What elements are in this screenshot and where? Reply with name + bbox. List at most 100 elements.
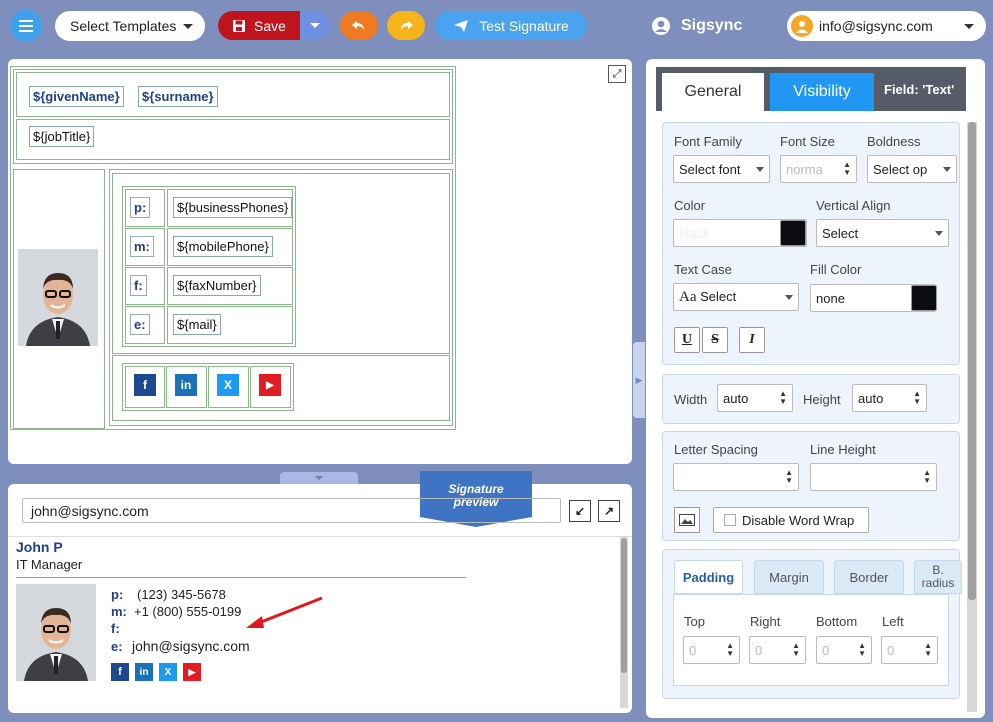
label-email[interactable]: e: [130, 314, 150, 335]
person-photo [16, 584, 96, 681]
chevron-down-icon [310, 23, 320, 28]
facebook-icon[interactable]: f [134, 374, 156, 396]
color-label: Color [674, 198, 706, 213]
preview-email-input[interactable]: john@sigsync.com [22, 498, 561, 523]
token-mail[interactable]: ${mail} [173, 314, 221, 335]
subtab-padding[interactable]: Padding [674, 560, 743, 594]
disable-word-wrap-toggle[interactable]: Disable Word Wrap [713, 507, 869, 533]
spinner-icon[interactable]: ▲ ▼ [792, 642, 800, 658]
youtube-icon[interactable]: ▶ [259, 374, 281, 396]
font-family-select[interactable]: Select font [673, 155, 770, 183]
properties-scrollbar-thumb[interactable] [968, 122, 976, 600]
width-value: auto [723, 390, 749, 406]
padding-left-value: 0 [887, 642, 895, 658]
test-signature-button[interactable]: Test Signature [435, 11, 587, 40]
spinner-icon[interactable]: ▲ ▼ [924, 642, 932, 658]
linkedin-icon[interactable]: in [175, 374, 197, 396]
account-email: info@sigsync.com [819, 18, 933, 34]
expand-icon[interactable]: ⤢ [608, 65, 626, 83]
font-size-input[interactable]: norma ▲ ▼ [780, 155, 857, 183]
import-icon[interactable]: ↙ [569, 500, 591, 522]
label-mobile[interactable]: m: [130, 236, 154, 257]
label-fax[interactable]: f: [130, 275, 147, 296]
preview-label-email: e: [111, 639, 123, 654]
undo-button[interactable] [340, 11, 378, 40]
preview-name: John P [16, 539, 63, 555]
tab-general[interactable]: General [662, 73, 764, 111]
token-surname[interactable]: ${surname} [138, 86, 218, 107]
profile-photo[interactable] [18, 249, 98, 346]
panel-toggle[interactable]: ▶ [633, 342, 645, 418]
subtab-border-radius[interactable]: B. radius [914, 560, 962, 594]
color-swatch[interactable] [780, 220, 806, 246]
field-prefix: Field: [884, 82, 923, 97]
linkedin-icon[interactable]: in [135, 663, 153, 681]
subtab-border[interactable]: Border [834, 560, 904, 594]
signature-editor[interactable]: ⤢ ${givenName} ${surname} ${jobTitle} p:… [8, 59, 632, 464]
letter-spacing-input[interactable]: ▲ ▼ [673, 463, 799, 491]
image-icon[interactable] [674, 507, 700, 533]
spinner-icon[interactable]: ▲ ▼ [779, 390, 787, 406]
property-tabs: General Visibility Field: 'Text' [656, 67, 966, 111]
preview-scrollbar-thumb[interactable] [621, 538, 627, 673]
width-input[interactable]: auto ▲ ▼ [717, 384, 793, 412]
padding-top-value: 0 [689, 642, 697, 658]
x-twitter-icon[interactable]: X [217, 374, 239, 396]
token-job-title[interactable]: ${jobTitle} [29, 126, 95, 147]
boldness-select[interactable]: Select op [867, 155, 957, 183]
vertical-align-select[interactable]: Select [816, 219, 949, 247]
padding-top-input[interactable]: 0 ▲ ▼ [683, 636, 740, 664]
chevron-down-icon [756, 166, 764, 172]
font-size-placeholder: norma [786, 161, 823, 177]
redo-button[interactable] [387, 11, 425, 40]
preview-email: john@sigsync.com [132, 638, 250, 654]
subtab-margin[interactable]: Margin [754, 560, 824, 594]
text-case-label: Text Case [674, 262, 732, 277]
tab-visibility[interactable]: Visibility [770, 73, 874, 111]
open-external-icon[interactable]: ↗ [598, 500, 620, 522]
token-business-phones[interactable]: ${businessPhones} [173, 197, 293, 218]
underline-button[interactable]: U [674, 327, 700, 353]
token-fax-number[interactable]: ${faxNumber} [173, 275, 261, 296]
spinner-icon[interactable]: ▲ ▼ [913, 390, 921, 406]
fill-color-swatch[interactable] [911, 285, 937, 311]
brand-name: Sigsync [681, 17, 743, 34]
text-case-value: Select [700, 288, 737, 304]
padding-left-input[interactable]: 0 ▲ ▼ [881, 636, 938, 664]
line-height-input[interactable]: ▲ ▼ [810, 463, 937, 491]
collapse-editor-toggle[interactable] [280, 472, 358, 484]
facebook-icon[interactable]: f [111, 663, 129, 681]
spinner-icon[interactable]: ▲ ▼ [858, 642, 866, 658]
strikethrough-button[interactable]: S [702, 327, 728, 353]
text-case-select[interactable]: Aa Select [673, 283, 799, 311]
test-signature-label: Test Signature [479, 17, 569, 34]
save-dropdown-button[interactable] [300, 11, 330, 40]
chevron-down-icon [315, 476, 323, 480]
template-select-label: Select Templates [70, 18, 177, 34]
chevron-down-icon [964, 23, 974, 29]
menu-button[interactable] [10, 10, 42, 42]
label-phone[interactable]: p: [130, 197, 151, 218]
floppy-icon [233, 19, 246, 32]
padding-right-label: Right [750, 614, 781, 629]
spinner-icon[interactable]: ▲ ▼ [923, 469, 931, 485]
token-mobile-phone[interactable]: ${mobilePhone} [173, 236, 273, 257]
spinner-icon[interactable]: ▲ ▼ [785, 469, 793, 485]
padding-bottom-value: 0 [822, 642, 830, 658]
youtube-icon[interactable]: ▶ [183, 663, 201, 681]
save-button[interactable]: Save [218, 11, 300, 40]
checkbox[interactable] [724, 514, 736, 526]
padding-bottom-input[interactable]: 0 ▲ ▼ [816, 636, 872, 664]
spinner-icon[interactable]: ▲ ▼ [726, 642, 734, 658]
preview-title: IT Manager [16, 557, 83, 572]
template-select[interactable]: Select Templates [55, 11, 205, 41]
x-twitter-icon[interactable]: X [159, 663, 177, 681]
token-given-name[interactable]: ${givenName} [29, 86, 124, 107]
padding-right-input[interactable]: 0 ▲ ▼ [749, 636, 806, 664]
spinner-icon[interactable]: ▲ ▼ [843, 161, 851, 177]
italic-button[interactable]: I [739, 327, 765, 353]
preview-label-phone: p: [111, 587, 124, 602]
height-input[interactable]: auto ▲ ▼ [852, 384, 927, 412]
text-case-icon: Aa [679, 288, 697, 305]
account-menu[interactable]: info@sigsync.com [787, 11, 986, 41]
